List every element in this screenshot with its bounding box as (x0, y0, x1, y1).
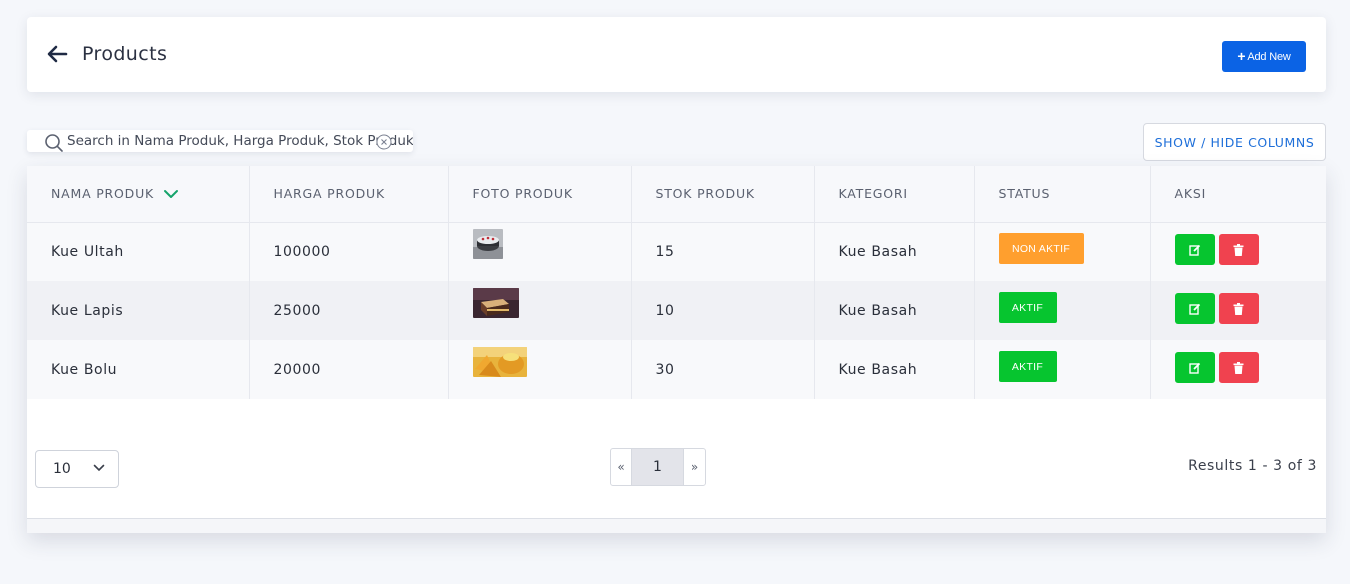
prev-page-button[interactable]: « (611, 449, 632, 485)
page-header: Products + Add New (27, 17, 1326, 92)
cell-aksi (1150, 222, 1326, 281)
table-row: Kue Lapis 25000 10 Kue Basah AKTIF (27, 281, 1326, 340)
column-label: HARGA PRODUK (273, 186, 385, 202)
plus-icon: + (1237, 48, 1246, 64)
edit-button[interactable] (1174, 293, 1215, 324)
per-page-select[interactable]: 10 (35, 450, 119, 488)
add-new-label: Add New (1247, 50, 1291, 63)
cell-status: AKTIF (974, 340, 1151, 399)
table-row: Kue Ultah 100000 15 Kue Basah NON AKTIF (27, 222, 1326, 281)
next-page-button[interactable]: » (683, 449, 705, 485)
search-bar (27, 130, 413, 152)
arrow-left-icon[interactable] (46, 43, 68, 65)
cell-foto (448, 222, 632, 281)
chevron-down-icon[interactable] (163, 189, 179, 199)
edit-icon (1188, 244, 1200, 256)
cell-aksi (1150, 281, 1326, 340)
per-page-value: 10 (53, 461, 71, 477)
cell-stok: 15 (631, 222, 815, 281)
column-header-aksi: AKSI (1150, 166, 1326, 223)
chevron-down-icon (93, 464, 105, 472)
page-1-button[interactable]: 1 (632, 449, 683, 485)
results-count: Results 1 - 3 of 3 (1188, 458, 1317, 474)
cell-kategori: Kue Basah (814, 281, 975, 340)
column-header-kategori[interactable]: KATEGORI (814, 166, 975, 223)
search-icon (45, 134, 63, 152)
column-header-foto-produk[interactable]: FOTO PRODUK (448, 166, 632, 223)
delete-button[interactable] (1218, 234, 1259, 266)
column-label: FOTO PRODUK (472, 186, 573, 202)
cell-kategori: Kue Basah (814, 340, 975, 399)
table-footer (27, 518, 1326, 533)
column-label: AKSI (1174, 186, 1207, 202)
cell-stok: 30 (631, 340, 815, 399)
status-badge: AKTIF (998, 351, 1057, 382)
cell-status: NON AKTIF (974, 222, 1151, 281)
status-badge: NON AKTIF (998, 233, 1084, 265)
column-label: NAMA PRODUK (51, 186, 155, 202)
show-hide-columns-button[interactable]: SHOW / HIDE COLUMNS (1143, 123, 1326, 161)
clear-icon[interactable] (376, 134, 392, 150)
table-header-row: NAMA PRODUK HARGA PRODUK FOTO PRODUK STO… (27, 166, 1326, 223)
cell-status: AKTIF (974, 281, 1151, 340)
edit-icon (1188, 303, 1200, 315)
column-header-stok-produk[interactable]: STOK PRODUK (631, 166, 815, 223)
product-photo (472, 228, 503, 259)
products-table: NAMA PRODUK HARGA PRODUK FOTO PRODUK STO… (27, 166, 1326, 399)
column-label: STOK PRODUK (655, 186, 755, 202)
product-photo (472, 287, 519, 318)
edit-button[interactable] (1174, 234, 1215, 266)
cell-foto (448, 340, 632, 399)
pagination: « 1 » (610, 448, 706, 486)
edit-button[interactable] (1174, 352, 1215, 383)
trash-icon (1233, 302, 1244, 315)
trash-icon (1233, 361, 1244, 374)
cell-nama: Kue Bolu (27, 340, 250, 399)
cell-harga: 100000 (249, 222, 449, 281)
status-badge: AKTIF (998, 292, 1057, 323)
cell-stok: 10 (631, 281, 815, 340)
cell-foto (448, 281, 632, 340)
table-row: Kue Bolu 20000 30 Kue Basah AKTIF (27, 340, 1326, 399)
cell-nama: Kue Lapis (27, 281, 250, 340)
edit-icon (1188, 362, 1200, 374)
delete-button[interactable] (1218, 293, 1259, 324)
column-label: KATEGORI (838, 186, 908, 202)
product-photo (472, 346, 527, 377)
column-label: STATUS (998, 186, 1051, 202)
cell-nama: Kue Ultah (27, 222, 250, 281)
search-input[interactable] (67, 131, 413, 151)
products-table-card: NAMA PRODUK HARGA PRODUK FOTO PRODUK STO… (27, 166, 1326, 533)
cell-kategori: Kue Basah (814, 222, 975, 281)
column-header-nama-produk[interactable]: NAMA PRODUK (27, 166, 250, 223)
column-header-status[interactable]: STATUS (974, 166, 1151, 223)
page-title: Products (82, 43, 168, 65)
cell-harga: 20000 (249, 340, 449, 399)
column-header-harga-produk[interactable]: HARGA PRODUK (249, 166, 449, 223)
add-new-button[interactable]: + Add New (1222, 41, 1306, 72)
trash-icon (1233, 243, 1244, 256)
cell-harga: 25000 (249, 281, 449, 340)
delete-button[interactable] (1218, 352, 1259, 383)
cell-aksi (1150, 340, 1326, 399)
